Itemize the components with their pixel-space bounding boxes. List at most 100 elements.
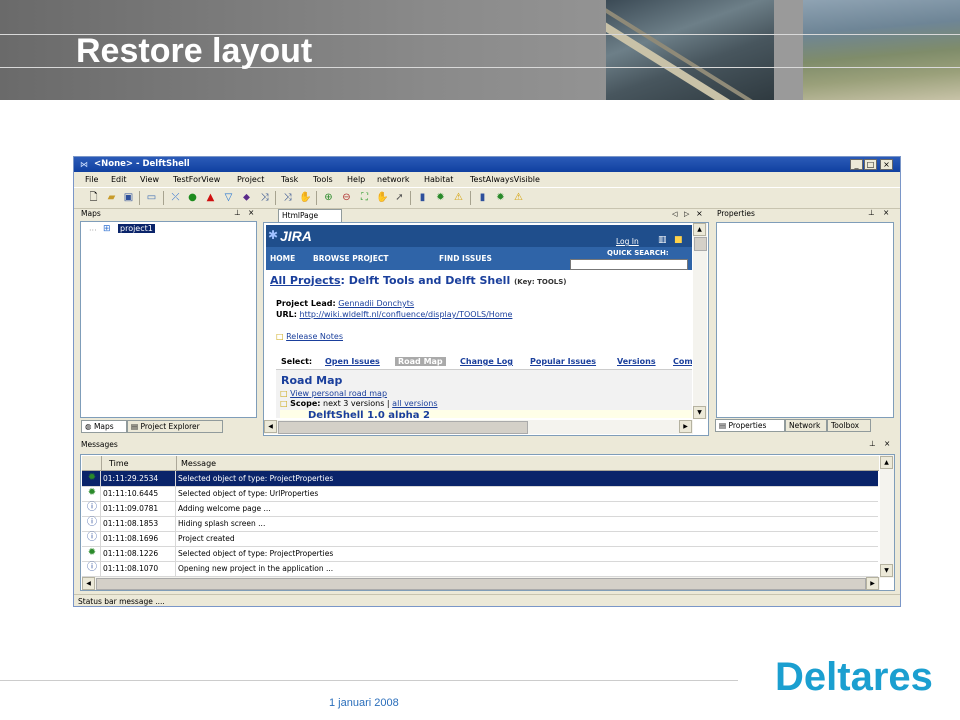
project-url-link[interactable]: http://wiki.wldelft.nl/confluence/displa… [300,310,513,319]
window-icon[interactable]: ▭ [145,192,158,204]
menu-tools[interactable]: Tools [313,175,333,184]
select-branch-icon[interactable]: ⤨ [281,192,294,204]
quick-search-input[interactable] [570,259,688,270]
window-titlebar[interactable]: ⋈ <None> - DelftShell _ □ × [74,157,900,172]
nav-browse-project[interactable]: BROWSE PROJECT [313,254,388,263]
menu-view[interactable]: View [140,175,159,184]
message-row[interactable]: ⓘ 01:11:08.1070 Opening new project in the… [82,561,878,577]
close-icon[interactable]: × [884,439,890,448]
inverted-triangle-icon[interactable]: ▽ [222,192,235,204]
nav-find-issues[interactable]: FIND ISSUES [439,254,492,263]
menu-testforview[interactable]: TestForView [173,175,220,184]
zoom-out-icon[interactable]: ⊖ [340,192,353,204]
menu-network[interactable]: network [377,175,410,184]
zoom-extent-icon[interactable]: ⛶ [358,192,371,204]
pin-icon[interactable]: ⊥ [868,208,875,217]
all-projects-link[interactable]: All Projects [270,274,341,287]
warning-icon[interactable]: ⚠ [512,192,525,204]
close-button[interactable]: × [880,159,893,170]
pin-icon[interactable]: ⊥ [869,439,876,448]
zoom-in-icon[interactable]: ⊕ [322,192,335,204]
messages-vscrollbar[interactable]: ▲ ▼ [880,455,894,578]
menu-help[interactable]: Help [347,175,365,184]
column-time[interactable]: Time [109,459,129,468]
help-icon[interactable]: ■ [674,235,683,245]
tab-maps[interactable]: ◍ Maps [81,420,127,433]
tree-expander[interactable]: ··· [89,226,97,235]
gear-icon[interactable]: ✹ [494,192,507,204]
messages-hscrollbar[interactable]: ◀ ▶ [82,577,880,590]
bar-chart-icon[interactable]: ▮ [416,192,429,204]
message-row[interactable]: ✹ 01:11:08.1226 Selected object of type: P… [82,546,878,562]
scroll-tabs-right-icon[interactable]: ▷ [684,210,689,218]
close-icon[interactable]: × [883,208,889,217]
hscroll-thumb[interactable] [278,421,528,434]
gear-icon[interactable]: ✹ [434,192,447,204]
tab-versions[interactable]: Versions [617,357,656,366]
document-vscrollbar[interactable]: ▲ ▼ [693,223,707,419]
scroll-thumb[interactable] [694,237,707,251]
tab-popular-issues[interactable]: Popular Issues [530,357,596,366]
message-row[interactable]: ✹ 01:11:29.2534 Selected object of type: P… [82,471,878,487]
message-row[interactable]: ⓘ 01:11:08.1696 Project created [82,531,878,547]
open-folder-icon[interactable]: ▰ [105,192,118,204]
project-lead-link[interactable]: Gennadii Donchyts [338,299,414,308]
message-row[interactable]: ⓘ 01:11:09.0781 Adding welcome page ... [82,501,878,517]
all-versions-link[interactable]: all versions [392,399,437,408]
pan-icon[interactable]: ✋ [376,192,389,204]
new-file-icon[interactable]: 🗋 [87,192,100,204]
menu-testalwaysvisible[interactable]: TestAlwaysVisible [470,175,540,184]
document-hscrollbar[interactable]: ◀ ▶ [264,420,693,434]
pin-icon[interactable]: ⊥ [234,208,241,217]
message-row[interactable]: ⓘ 01:11:08.1853 Hiding splash screen ... [82,516,878,532]
tab-change-log[interactable]: Change Log [460,357,513,366]
scroll-up-button[interactable]: ▲ [880,456,893,469]
scroll-right-button[interactable]: ▶ [679,420,692,433]
scroll-down-button[interactable]: ▼ [693,406,706,419]
pan-hand-icon[interactable]: ✋ [299,192,312,204]
version-title[interactable]: DelftShell 1.0 alpha 2 [308,410,430,418]
branch-icon[interactable]: ⤫ [169,192,182,204]
scroll-up-button[interactable]: ▲ [693,223,706,236]
tree-item-project1[interactable]: project1 [118,224,155,233]
scroll-right-button[interactable]: ▶ [866,577,879,590]
minimize-button[interactable]: _ [850,159,863,170]
close-document-icon[interactable]: × [696,209,703,218]
tab-project-explorer[interactable]: ▤ Project Explorer [127,420,223,433]
menu-habitat[interactable]: Habitat [424,175,453,184]
save-icon[interactable]: ▣ [122,192,135,204]
pointer-icon[interactable]: ➚ [393,192,406,204]
warning-icon[interactable]: ⚠ [452,192,465,204]
add-branch-icon[interactable]: ⤨ [258,192,271,204]
status-bar: Status bar message .... [74,594,900,607]
menu-project[interactable]: Project [237,175,264,184]
scroll-left-button[interactable]: ◀ [82,577,95,590]
scroll-tabs-left-icon[interactable]: ◁ [672,210,677,218]
tab-road-map[interactable]: Road Map [395,357,446,366]
hscroll-thumb[interactable] [96,578,866,590]
tab-htmlpage[interactable]: HtmlPage [278,209,342,223]
tab-open-issues[interactable]: Open Issues [325,357,380,366]
column-message[interactable]: Message [181,459,216,468]
menu-edit[interactable]: Edit [111,175,127,184]
print-icon[interactable]: ▥ [658,235,667,245]
tab-components[interactable]: Com [673,357,692,366]
triangle-icon[interactable]: ▲ [204,192,217,204]
tab-properties[interactable]: ▤ Properties [715,419,785,432]
node-circle-icon[interactable]: ● [186,192,199,204]
scroll-left-button[interactable]: ◀ [264,420,277,433]
bar-chart-icon[interactable]: ▮ [476,192,489,204]
view-personal-link[interactable]: View personal road map [290,389,387,398]
maximize-button[interactable]: □ [864,159,877,170]
close-icon[interactable]: × [248,208,254,217]
message-row[interactable]: ✹ 01:11:10.6445 Selected object of type: U… [82,486,878,502]
menu-task[interactable]: Task [281,175,298,184]
menu-file[interactable]: File [85,175,98,184]
release-notes-link[interactable]: Release Notes [286,332,343,341]
tab-toolbox[interactable]: Toolbox [827,419,871,432]
scroll-down-button[interactable]: ▼ [880,564,893,577]
nav-home[interactable]: HOME [270,254,295,263]
tab-network[interactable]: Network [785,419,827,432]
login-link[interactable]: Log In [616,237,639,246]
weir-icon[interactable]: ⬥ [240,192,253,204]
